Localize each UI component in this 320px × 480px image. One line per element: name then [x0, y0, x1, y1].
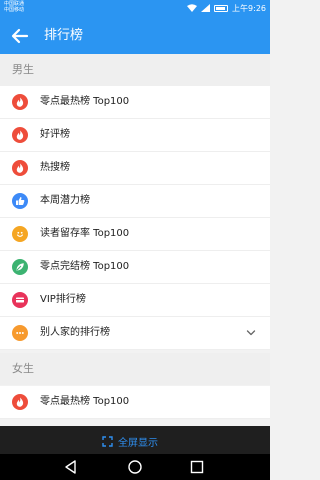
rank-item-zero-hot-female[interactable]: 零点最热榜 Top100 [0, 386, 270, 419]
circle-home-icon[interactable] [127, 459, 143, 475]
section-header-male: 男生 [0, 54, 270, 86]
rank-item-weekly-potential[interactable]: 本周潜力榜 [0, 185, 270, 218]
rank-item-label: 别人家的排行榜 [40, 327, 110, 338]
rank-item-label: 零点完结榜 Top100 [40, 261, 130, 272]
system-nav-bar [0, 454, 270, 480]
thumb-up-icon [12, 193, 28, 209]
app-bar: 排行榜 [0, 18, 270, 54]
rank-item-completed[interactable]: 零点完结榜 Top100 [0, 251, 270, 284]
chevron-down-icon[interactable] [246, 328, 256, 338]
page-title: 排行榜 [44, 28, 84, 43]
flame-icon [12, 127, 28, 143]
fullscreen-button[interactable]: 全屏显示 [102, 434, 158, 449]
rank-item-good-review[interactable]: 好评榜 [0, 119, 270, 152]
flame-icon [12, 394, 28, 410]
vip-card-icon [12, 292, 28, 308]
rank-item-label: 零点最热榜 Top100 [40, 96, 130, 107]
rank-item-zero-hot[interactable]: 零点最热榜 Top100 [0, 86, 270, 119]
more-dots-icon [12, 325, 28, 341]
arrow-left-icon[interactable] [10, 26, 30, 46]
status-icons: 上午9:26 [187, 2, 266, 14]
fullscreen-icon [102, 436, 113, 447]
rank-item-hot-search[interactable]: 热搜榜 [0, 152, 270, 185]
rank-item-vip[interactable]: VIP排行榜 [0, 284, 270, 317]
rank-item-label: 热搜榜 [40, 162, 70, 173]
square-recents-icon[interactable] [189, 459, 205, 475]
battery-icon [214, 4, 229, 12]
rank-item-label: 好评榜 [40, 129, 70, 140]
smile-icon [12, 226, 28, 242]
signal-icon [201, 4, 211, 12]
status-time: 上午9:26 [232, 3, 266, 13]
fullscreen-label: 全屏显示 [118, 438, 158, 449]
flame-icon [12, 94, 28, 110]
rank-item-label: 本周潜力榜 [40, 195, 90, 206]
leaf-icon [12, 259, 28, 275]
rank-item-retention[interactable]: 读者留存率 Top100 [0, 218, 270, 251]
rank-item-label: 零点最热榜 Top100 [40, 396, 130, 407]
rank-item-label: VIP排行榜 [40, 294, 86, 305]
carrier-info: 中国联通 中国移动 [4, 1, 24, 13]
status-bar: 中国联通 中国移动 上午9:26 [0, 0, 270, 18]
triangle-back-icon[interactable] [63, 459, 79, 475]
wifi-icon [187, 4, 198, 12]
rank-item-others[interactable]: 别人家的排行榜 [0, 317, 270, 350]
carrier-2: 中国移动 [4, 7, 25, 13]
bottom-bar: 全屏显示 [0, 426, 270, 454]
section-header-female: 女生 [0, 353, 270, 385]
flame-icon [12, 160, 28, 176]
rank-item-label: 读者留存率 Top100 [40, 228, 130, 239]
